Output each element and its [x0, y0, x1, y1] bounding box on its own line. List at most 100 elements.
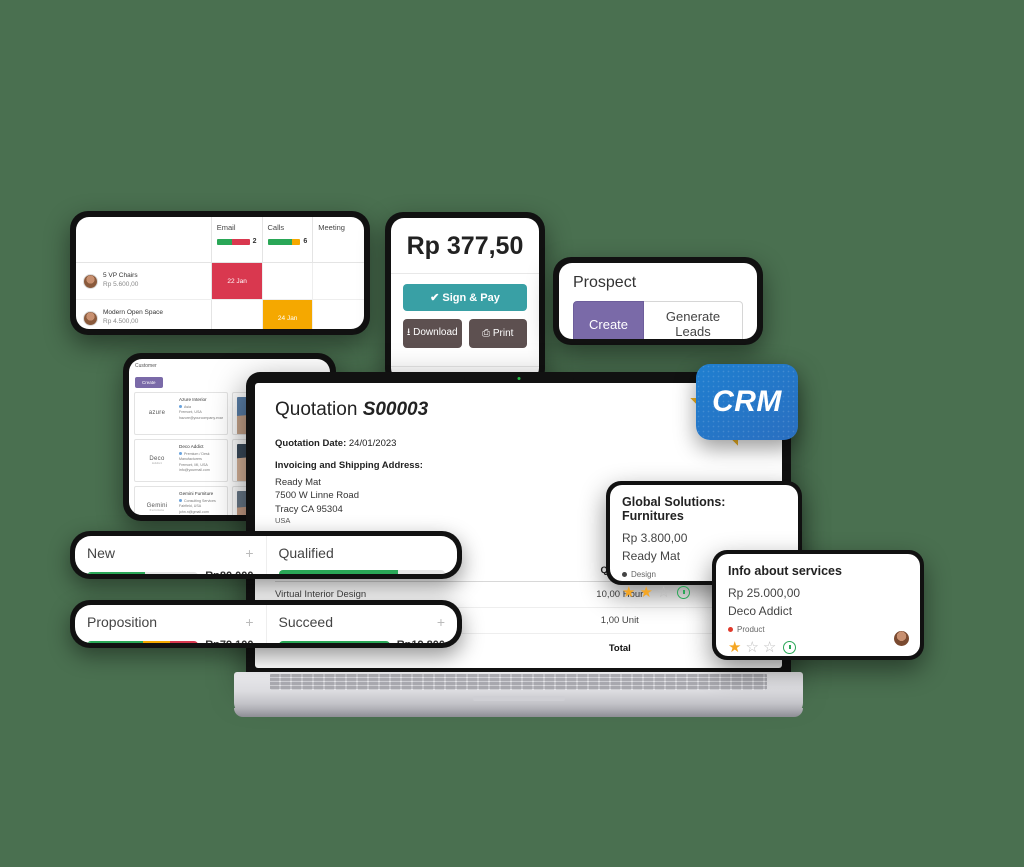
- print-button[interactable]: ⎙ Print: [468, 319, 527, 348]
- opportunity-customer: Deco Addict: [728, 604, 793, 618]
- create-button[interactable]: Create: [573, 301, 645, 339]
- calls-column-label: Calls: [267, 223, 285, 232]
- clock-icon[interactable]: [677, 586, 691, 599]
- company-tag: Asia: [184, 404, 191, 409]
- star-filled-icon[interactable]: ★: [622, 585, 635, 600]
- star-empty-icon[interactable]: ☆: [657, 585, 670, 600]
- email-activity-cell[interactable]: 22 Jan: [212, 263, 263, 299]
- company-logo: Gemini Furniture: [139, 491, 175, 515]
- calls-activity-cell[interactable]: 24 Jan: [262, 300, 314, 329]
- row-name: Modern Open Space: [103, 309, 163, 317]
- prospect-title: Prospect: [573, 274, 637, 291]
- generate-leads-button[interactable]: Generate Leads: [644, 301, 743, 339]
- quotation-reference: S00003: [362, 399, 429, 420]
- logo-text: azure: [148, 410, 166, 417]
- activity-name-column-header: [76, 217, 212, 262]
- crm-logo-dot-pattern: [696, 364, 798, 440]
- sign-and-pay-label: Sign & Pay: [442, 292, 500, 304]
- status-badge: Product: [728, 625, 908, 634]
- print-label: Print: [492, 328, 514, 339]
- kanban-amount: Rp19.800: [397, 639, 445, 643]
- company-logo: Deco Addict: [139, 444, 175, 477]
- calls-activity-cell[interactable]: [263, 263, 314, 299]
- logo-subtext: Addict: [151, 461, 163, 466]
- avatar: [83, 273, 98, 289]
- company-tag: Premium / Desk Manufacturers: [179, 451, 210, 462]
- download-icon: ⭳: [406, 327, 411, 338]
- company-name: Gemini Furniture: [179, 491, 214, 496]
- company-name: Deco Addict: [179, 444, 204, 449]
- row-amount: Rp 5.600,00: [103, 281, 139, 288]
- avatar: [83, 310, 98, 326]
- calls-count: 6: [303, 238, 308, 245]
- download-label: Download: [413, 327, 458, 338]
- laptop-camera-notch: [463, 374, 574, 383]
- quotation-date-value: 24/01/2023: [348, 438, 397, 449]
- star-empty-icon[interactable]: ☆: [745, 640, 758, 655]
- kanban-column-proposition[interactable]: Proposition + Rp79.100: [75, 605, 266, 643]
- star-filled-icon[interactable]: ★: [728, 640, 741, 655]
- add-record-icon[interactable]: +: [245, 545, 253, 561]
- laptop-trackpad: [472, 696, 565, 701]
- payment-amount: Rp 377,50: [406, 232, 524, 260]
- row-name: 5 VP Chairs: [103, 272, 138, 280]
- star-filled-icon[interactable]: ★: [639, 585, 652, 600]
- quotation-title-prefix: Quotation: [275, 399, 358, 420]
- opportunity-tag: Product: [737, 625, 765, 634]
- add-record-icon[interactable]: +: [245, 614, 253, 630]
- laptop-keyboard-rows: [270, 674, 767, 690]
- kanban-column-qualified[interactable]: Qualified: [265, 536, 458, 574]
- activity-grid: Email 2 Calls 6 Meeting 5 VP Chairs Rp 5…: [76, 217, 364, 329]
- meeting-column-label: Meeting: [318, 223, 345, 232]
- add-record-icon[interactable]: +: [437, 614, 445, 630]
- crm-logo: CRM: [690, 364, 798, 446]
- kanban-progress-bar: [278, 570, 445, 574]
- sign-and-pay-button[interactable]: ✔ Sign & Pay: [403, 284, 527, 311]
- company-email: info@yourmail.com: [179, 468, 210, 473]
- row-amount: Rp 4.500,00: [103, 318, 139, 325]
- meeting-activity-cell[interactable]: [313, 263, 364, 299]
- opportunity-title: Global Solutions: Furnitures: [622, 495, 726, 523]
- table-row[interactable]: 5 VP Chairs Rp 5.600,00 22 Jan: [76, 263, 364, 300]
- email-column-label: Email: [216, 223, 236, 232]
- meeting-activity-cell[interactable]: [313, 300, 364, 329]
- email-progress: 2: [216, 238, 257, 245]
- logo-subtext: Furniture: [149, 508, 165, 513]
- kanban-column-title: Proposition: [87, 614, 158, 630]
- star-empty-icon[interactable]: ☆: [763, 640, 776, 655]
- company-email: john.n@gmail.com: [179, 509, 209, 514]
- kanban-stages-top: New + Rp80.000 Qualified: [70, 531, 462, 579]
- priority-rating[interactable]: ★ ☆ ☆: [728, 640, 908, 655]
- page-title: Quotation S00003: [275, 399, 762, 421]
- kanban-column-title: New: [87, 545, 116, 561]
- email-activity-cell[interactable]: [212, 300, 263, 329]
- clock-icon[interactable]: [783, 641, 797, 654]
- printer-icon: ⎙: [482, 328, 491, 339]
- kanban-column-new[interactable]: New + Rp80.000: [75, 536, 266, 574]
- kanban-amount: Rp80.000: [205, 570, 253, 574]
- avatar: [894, 631, 909, 646]
- kanban-column-succeed[interactable]: Succeed + Rp19.800: [265, 605, 458, 643]
- table-row[interactable]: Modern Open Space Rp 4.500,00 24 Jan: [76, 300, 364, 329]
- activity-column-meeting: Meeting: [313, 217, 364, 262]
- calls-progress: 6: [267, 238, 308, 245]
- company-tag: Consulting Services: [184, 498, 216, 503]
- kanban-stages-bottom: Proposition + Rp79.100 Succeed + Rp19.80…: [70, 600, 462, 648]
- crm-logo-square: CRM: [696, 364, 798, 440]
- opportunity-card-info-about-services[interactable]: Info about services Rp 25.000,00 Deco Ad…: [712, 550, 924, 660]
- composition-stage: Email 2 Calls 6 Meeting 5 VP Chairs Rp 5…: [0, 0, 1024, 867]
- kanban-amount: Rp79.100: [205, 639, 253, 643]
- opportunity-amount: Rp 25.000,00: [728, 586, 801, 600]
- payment-card: Rp 377,50 ✔ Sign & Pay ⭳ Download ⎙ Prin…: [385, 212, 545, 387]
- activity-column-email: Email 2: [212, 217, 263, 262]
- download-button[interactable]: ⭳ Download: [403, 319, 462, 348]
- customer-header: Customer: [135, 363, 157, 369]
- prospect-card: Prospect Create Generate Leads: [553, 257, 763, 345]
- customer-create-button[interactable]: Create: [135, 377, 163, 388]
- kanban-progress-bar: [87, 640, 199, 643]
- laptop-base-front: [234, 708, 803, 717]
- email-count: 2: [252, 238, 257, 245]
- cell-quantity: 1,00 Unit: [549, 607, 691, 635]
- check-icon: ✔: [430, 292, 440, 304]
- activity-grid-card: Email 2 Calls 6 Meeting 5 VP Chairs Rp 5…: [70, 211, 370, 335]
